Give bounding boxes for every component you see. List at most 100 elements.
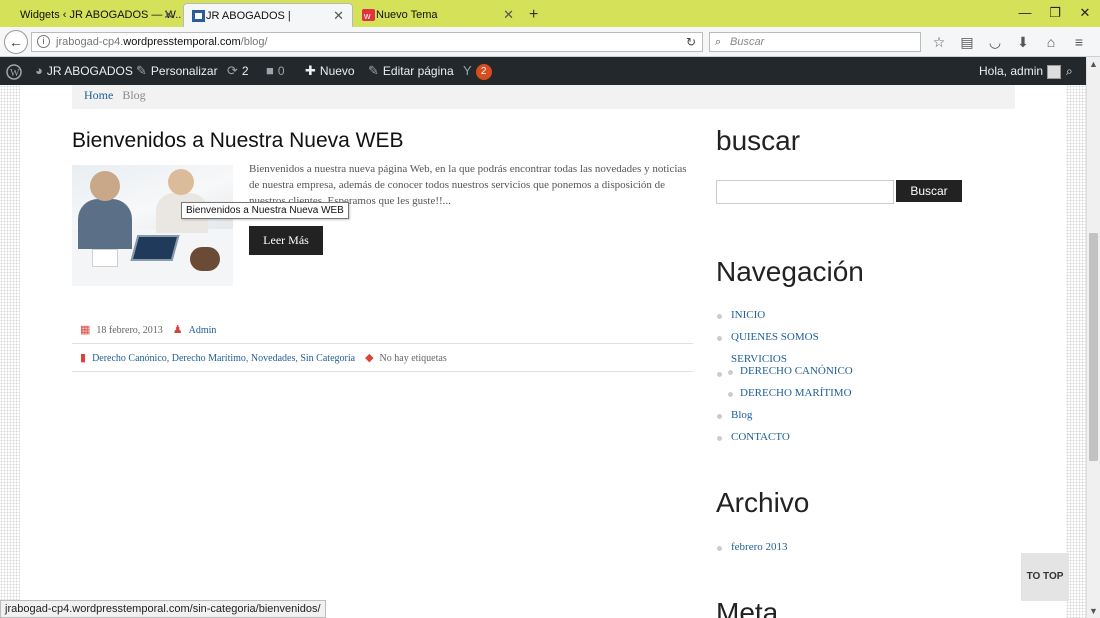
avatar: [1047, 64, 1062, 79]
admin-search-icon[interactable]: ⌕: [1066, 57, 1073, 85]
post-thumbnail-image[interactable]: [72, 165, 233, 286]
plus-icon: ✚: [305, 63, 316, 78]
toolbar-icons: ☆ ▤ ◡ ⬇ ⌂ ≡: [925, 31, 1093, 53]
nav-link[interactable]: DERECHO MARÍTIMO: [740, 387, 852, 399]
user-icon: ♟: [172, 324, 183, 336]
theme-favicon-icon: w: [362, 9, 375, 21]
post-title-link[interactable]: Bienvenidos a Nuestra Nueva WEB: [72, 129, 404, 153]
category-link[interactable]: Novedades: [251, 353, 295, 364]
yoast-icon: Y: [463, 63, 472, 78]
site-favicon-icon: [192, 10, 205, 22]
pocket-icon[interactable]: ◡: [981, 31, 1009, 53]
wp-admin-bar: W ◕ JR ABOGADOS ✎ Personalizar ⟳ 2 ■ 0 ✚ Nuev…: [0, 57, 1086, 85]
wordpress-logo-icon[interactable]: W: [6, 57, 22, 85]
breadcrumb: Home Blog: [72, 85, 1015, 109]
window-controls: — ❐ ✕: [1010, 0, 1100, 27]
nav-link[interactable]: DERECHO CANÓNICO: [740, 365, 853, 377]
browser-toolbar: ← i jrabogad-cp4.wordpresstemporal.com/b…: [0, 27, 1100, 57]
url-host: wordpresstemporal.com: [123, 36, 241, 48]
greeting-label: Hola, admin: [979, 64, 1044, 78]
new-content-link[interactable]: ✚ Nuevo: [305, 57, 355, 85]
nav-link[interactable]: SERVICIOS: [731, 353, 787, 365]
post-date: 18 febrero, 2013: [96, 325, 163, 336]
customize-label: Personalizar: [150, 64, 218, 78]
search-placeholder: Buscar: [730, 36, 765, 48]
url-prefix: jrabogad-cp4.: [56, 36, 124, 48]
category-link[interactable]: Derecho Canónico: [92, 353, 167, 364]
yoast-badge: 2: [475, 63, 492, 80]
close-window-icon[interactable]: ✕: [1070, 0, 1100, 27]
close-tab-icon[interactable]: ✕: [333, 8, 344, 24]
calendar-icon: ▦: [80, 324, 91, 336]
bookmark-star-icon[interactable]: ☆: [925, 31, 953, 53]
status-bar-url: jrabogad-cp4.wordpresstemporal.com/sin-c…: [0, 600, 326, 618]
nav-link[interactable]: INICIO: [731, 309, 765, 321]
tab-nuevo-tema[interactable]: w Nuevo Tema ✕: [354, 3, 522, 27]
back-arrow-icon[interactable]: ←: [4, 30, 28, 54]
browser-search-input[interactable]: ⌕ Buscar: [709, 32, 921, 52]
post-tags: No hay etiquetas: [379, 353, 447, 364]
nav-widget-title: Navegación: [716, 256, 864, 287]
comments-link[interactable]: ■ 0: [266, 57, 285, 85]
new-label: Nuevo: [319, 64, 355, 78]
minimize-icon[interactable]: —: [1010, 0, 1040, 27]
svg-text:W: W: [10, 68, 20, 79]
url-bar[interactable]: i jrabogad-cp4.wordpresstemporal.com/blo…: [31, 32, 703, 52]
download-icon[interactable]: ⬇: [1009, 31, 1037, 53]
search-widget-title: buscar: [716, 125, 801, 156]
edit-page-link[interactable]: ✎ Editar página: [368, 57, 454, 85]
pencil-icon: ✎: [368, 63, 379, 78]
to-top-button[interactable]: TO TOP: [1021, 553, 1069, 601]
search-icon: ⌕: [715, 36, 722, 48]
bookmark-icon: ▮: [80, 352, 87, 364]
close-tab-icon[interactable]: ✕: [163, 7, 174, 23]
tab-label: JR ABOGADOS |: [206, 9, 291, 22]
info-icon[interactable]: i: [37, 35, 50, 48]
scroll-up-icon[interactable]: ▲: [1089, 59, 1098, 69]
restore-icon[interactable]: ❐: [1040, 0, 1070, 27]
updates-icon: ⟳: [227, 63, 238, 78]
nav-link[interactable]: Blog: [731, 409, 752, 421]
sidebar-search-input[interactable]: [716, 180, 894, 204]
updates-link[interactable]: ⟳ 2: [227, 57, 249, 85]
svg-text:w: w: [363, 11, 371, 21]
breadcrumb-home-link[interactable]: Home: [84, 88, 113, 102]
nav-link[interactable]: CONTACTO: [731, 431, 790, 443]
yoast-seo-menu[interactable]: Y2: [463, 57, 492, 85]
post-meta-date-author: ▦ 18 febrero, 2013 ♟ Admin: [72, 317, 693, 344]
category-link[interactable]: Derecho Marítimo: [172, 353, 246, 364]
reload-icon[interactable]: ↻: [686, 33, 696, 51]
sidebar-search-button[interactable]: Buscar: [896, 180, 962, 202]
comments-count: 0: [277, 64, 285, 78]
site-name-label: JR ABOGADOS: [46, 64, 133, 78]
tab-label: Nuevo Tema: [376, 9, 438, 21]
my-account-menu[interactable]: Hola, admin: [979, 57, 1062, 85]
scroll-down-icon[interactable]: ▼: [1089, 606, 1098, 616]
admin-site-name[interactable]: ◕ JR ABOGADOS: [35, 57, 133, 85]
category-link[interactable]: Sin Categoría: [300, 353, 355, 364]
customize-link[interactable]: ✎ Personalizar: [136, 57, 218, 85]
brush-icon: ✎: [136, 63, 147, 78]
comment-icon: ■: [266, 63, 274, 78]
new-tab-button[interactable]: +: [523, 3, 545, 27]
scrollbar-thumb[interactable]: [1089, 233, 1098, 461]
dashboard-icon: ◕: [35, 63, 43, 78]
browser-tab-strip: Widgets ‹ JR ABOGADOS — W... ✕ JR ABOGAD…: [0, 0, 1100, 27]
archive-link[interactable]: febrero 2013: [731, 541, 788, 553]
page-background-pattern: [0, 85, 20, 618]
page-content: Home Blog Bienvenidos a Nuestra Nueva WE…: [0, 85, 1086, 618]
link-tooltip: Bienvenidos a Nuestra Nueva WEB: [181, 202, 349, 219]
read-more-button[interactable]: Leer Más: [249, 226, 323, 255]
edit-page-label: Editar página: [382, 64, 454, 78]
menu-icon[interactable]: ≡: [1065, 31, 1093, 53]
close-tab-icon[interactable]: ✕: [503, 7, 514, 23]
tab-jr-abogados[interactable]: JR ABOGADOS | ✕: [183, 3, 353, 27]
home-icon[interactable]: ⌂: [1037, 31, 1065, 53]
reading-list-icon[interactable]: ▤: [953, 31, 981, 53]
nav-link[interactable]: QUIENES SOMOS: [731, 331, 819, 343]
tab-label: Widgets ‹ JR ABOGADOS — W...: [20, 9, 182, 21]
tab-widgets[interactable]: Widgets ‹ JR ABOGADOS — W... ✕: [0, 3, 182, 27]
post-meta-categories-tags: ▮ Derecho Canónico, Derecho Marítimo, Nov…: [72, 345, 693, 372]
post-author-link[interactable]: Admin: [189, 325, 217, 336]
vertical-scrollbar[interactable]: ▲ ▼: [1086, 57, 1100, 618]
